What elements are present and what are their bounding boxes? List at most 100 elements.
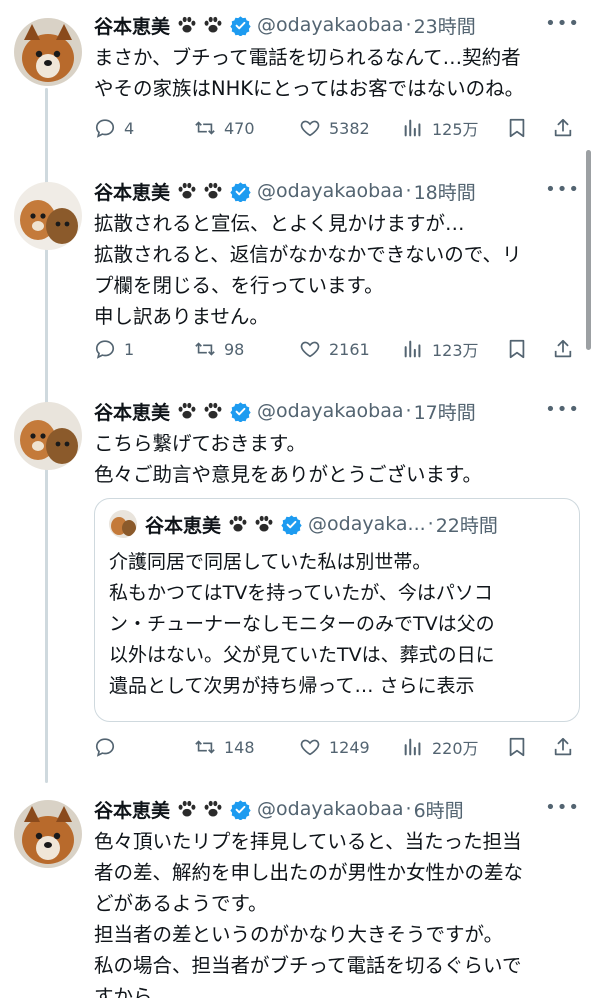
display-name[interactable]: 谷本恵美 (94, 398, 170, 425)
dog-avatar-icon (109, 510, 137, 538)
verified-badge-icon (281, 514, 302, 535)
retweet-button[interactable]: 98 (194, 334, 244, 364)
view-count: 125万 (432, 120, 479, 139)
retweet-count: 98 (224, 339, 245, 359)
tweet-actions: 148 1249 220万 (94, 732, 580, 762)
reply-icon (95, 738, 115, 757)
tweet-header: 谷本恵美 @odayakaobaa · 18時間 (94, 176, 580, 206)
avatar[interactable] (14, 402, 82, 470)
views-chart-icon (404, 340, 421, 358)
separator-dot: · (405, 180, 412, 202)
views-button[interactable]: 123万 (402, 334, 479, 364)
dog-avatar-icon (14, 800, 82, 868)
paw-icon (178, 800, 196, 817)
like-button[interactable]: 1249 (299, 732, 370, 762)
heart-icon (300, 120, 320, 137)
separator-dot: · (427, 513, 434, 535)
dog-avatar-icon (14, 402, 82, 470)
display-name[interactable]: 谷本恵美 (94, 178, 170, 205)
user-handle[interactable]: @odayakaobaa (257, 400, 404, 422)
tweet-text: 色々頂いたリプを拝見していると、当たった担当 者の差、解約を申し出たのが男性か女… (94, 830, 524, 998)
verified-badge-icon (230, 401, 251, 422)
timestamp[interactable]: 6時間 (414, 796, 464, 823)
retweet-button[interactable]: 148 (194, 732, 255, 762)
bookmark-button[interactable] (506, 732, 528, 762)
avatar[interactable] (14, 18, 82, 86)
like-button[interactable]: 5382 (299, 113, 370, 143)
reply-button[interactable]: 4 (94, 113, 134, 143)
tweet[interactable]: 谷本恵美 @odayakaobaa · 18時間 ••• 拡散されると宣伝、とよ… (0, 176, 594, 376)
tweet-actions: 1 98 2161 123万 (94, 334, 580, 364)
tweet[interactable]: 谷本恵美 @odayakaobaa · 17時間 ••• こちら繋げておきます。… (0, 396, 594, 776)
retweet-icon (195, 342, 215, 356)
paw-icon (204, 402, 222, 419)
separator-dot: · (405, 400, 412, 422)
more-icon[interactable]: ••• (545, 794, 580, 822)
verified-badge-icon (230, 799, 251, 820)
reply-count: 4 (124, 118, 135, 138)
bookmark-icon (509, 118, 525, 138)
more-icon[interactable]: ••• (545, 176, 580, 204)
tweet-actions: 4 470 5382 125万 (94, 113, 580, 143)
like-button[interactable]: 2161 (299, 334, 370, 364)
more-icon[interactable]: ••• (545, 10, 580, 38)
retweet-count: 148 (224, 737, 255, 757)
timestamp[interactable]: 17時間 (414, 398, 476, 425)
tweet-header: 谷本恵美 @odayakaobaa · 17時間 (94, 396, 580, 426)
share-button[interactable] (552, 334, 574, 364)
paw-emoji (176, 14, 224, 36)
like-count: 1249 (329, 737, 370, 757)
separator-dot: · (405, 798, 412, 820)
dog-avatar-icon (14, 182, 82, 250)
paw-icon (178, 16, 196, 33)
paw-icon (255, 515, 273, 532)
reply-button[interactable] (94, 732, 124, 762)
quoted-display-name: 谷本恵美 (145, 514, 222, 537)
like-count: 2161 (329, 339, 370, 359)
display-name[interactable]: 谷本恵美 (94, 12, 170, 39)
reply-icon (95, 340, 115, 359)
user-handle[interactable]: @odayakaobaa (257, 14, 404, 36)
paw-emoji (176, 180, 224, 202)
bookmark-button[interactable] (506, 334, 528, 364)
avatar[interactable] (14, 800, 82, 868)
quoted-tweet-header: 谷本恵美 @odayaka... · 22時間 (109, 509, 565, 539)
like-count: 5382 (329, 118, 370, 138)
reply-button[interactable]: 1 (94, 334, 134, 364)
reply-icon (95, 119, 115, 138)
views-button[interactable]: 125万 (402, 113, 479, 143)
show-more-link[interactable]: さらに表示 (380, 675, 475, 697)
tweet-header: 谷本恵美 @odayakaobaa · 23時間 (94, 10, 580, 40)
retweet-count: 470 (224, 118, 255, 138)
share-button[interactable] (552, 732, 574, 762)
timestamp[interactable]: 18時間 (414, 178, 476, 205)
quoted-user-handle: @odayaka... (308, 513, 426, 535)
paw-emoji (176, 798, 224, 820)
bookmark-button[interactable] (506, 113, 528, 143)
tweet[interactable]: 谷本恵美 @odayakaobaa · 6時間 ••• 色々頂いたリプを拝見して… (0, 794, 594, 998)
quoted-tweet[interactable]: 谷本恵美 @odayaka... · 22時間 介護同居で同居していた私は別世帯… (94, 498, 580, 722)
retweet-button[interactable]: 470 (194, 113, 255, 143)
bookmark-icon (509, 339, 525, 359)
share-icon (554, 339, 572, 358)
views-button[interactable]: 220万 (402, 732, 479, 762)
user-handle[interactable]: @odayakaobaa (257, 180, 404, 202)
avatar[interactable] (14, 182, 82, 250)
separator-dot: · (405, 14, 412, 36)
display-name[interactable]: 谷本恵美 (94, 796, 170, 823)
paw-icon (204, 800, 222, 817)
tweet[interactable]: 谷本恵美 @odayakaobaa · 23時間 ••• まさか、ブチって電話を… (0, 10, 594, 170)
tweet-text: 拡散されると宣伝、とよく見かけますが… 拡散されると、返信がなかなかできないので… (94, 212, 522, 328)
more-icon[interactable]: ••• (545, 396, 580, 424)
quoted-avatar (109, 510, 137, 538)
paw-emoji (176, 400, 224, 422)
quoted-tweet-text: 介護同居で同居していた私は別世帯。 私もかつてはTVを持っていたが、今はパソコ … (109, 547, 565, 702)
timestamp[interactable]: 23時間 (414, 12, 476, 39)
views-chart-icon (404, 119, 421, 137)
quoted-timestamp: 22時間 (435, 514, 498, 537)
tweet-text: こちら繋げておきます。 色々ご助言や意見をありがとうございます。 (94, 432, 483, 486)
dog-avatar-icon (14, 18, 82, 86)
share-icon (554, 118, 572, 137)
user-handle[interactable]: @odayakaobaa (257, 798, 404, 820)
share-button[interactable] (552, 113, 574, 143)
